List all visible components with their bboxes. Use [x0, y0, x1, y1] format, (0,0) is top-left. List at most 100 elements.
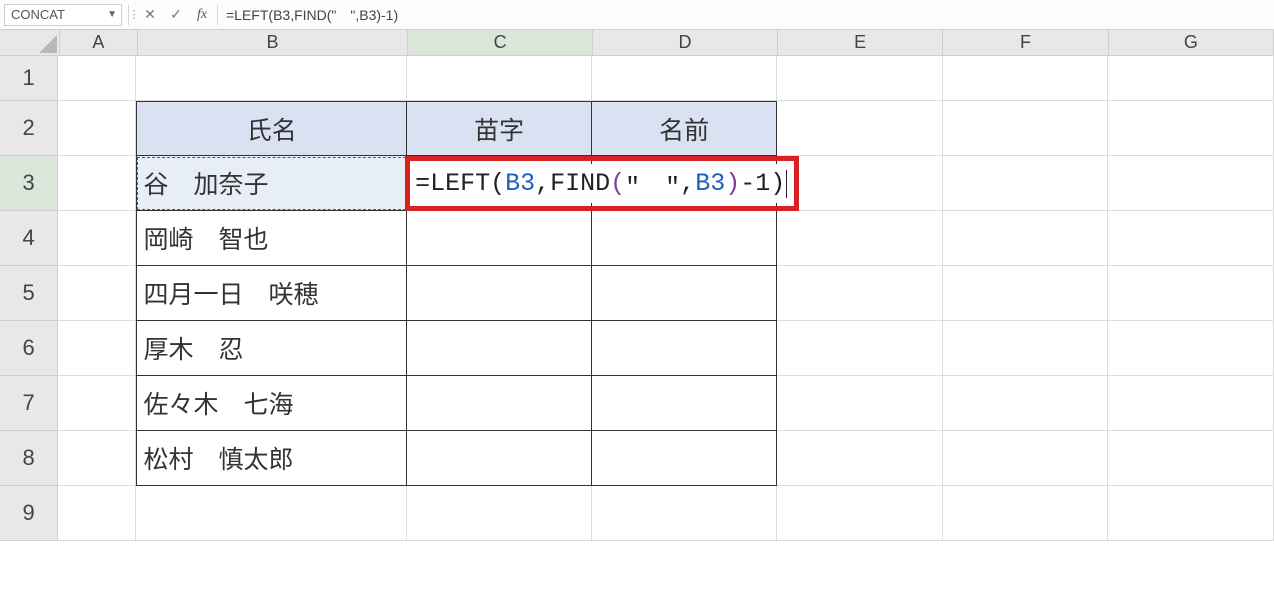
cell-B3[interactable]: 谷 加奈子 — [136, 156, 407, 211]
cell-F8[interactable] — [943, 431, 1109, 486]
formula-bar: CONCAT ▼ ⋮ ✕ ✓ fx — [0, 0, 1274, 30]
cell-E5[interactable] — [777, 266, 943, 321]
cell-E7[interactable] — [777, 376, 943, 431]
formula-token: ) — [770, 169, 785, 198]
cell-C4[interactable] — [407, 211, 592, 266]
cell-B8[interactable]: 松村 慎太郎 — [136, 431, 407, 486]
row-header-6[interactable]: 6 — [0, 321, 58, 376]
name-box[interactable]: CONCAT ▼ — [4, 4, 122, 26]
select-all-corner[interactable] — [0, 30, 60, 56]
cell-G3[interactable] — [1108, 156, 1274, 211]
formula-token: =LEFT — [415, 169, 490, 198]
check-icon: ✓ — [170, 6, 182, 23]
column-headers: A B C D E F G — [60, 30, 1274, 56]
cell-A2[interactable] — [58, 101, 136, 156]
cell-A9[interactable] — [58, 486, 136, 541]
cell-F4[interactable] — [943, 211, 1109, 266]
cell-E1[interactable] — [777, 56, 943, 101]
rows: 1 2 氏名 苗字 名前 3 谷 加奈子 — [0, 56, 1274, 541]
cell-B1[interactable] — [136, 56, 407, 101]
editing-formula-overlay[interactable]: =LEFT(B3,FIND(" ",B3)-1) — [411, 164, 791, 203]
enter-button[interactable]: ✓ — [163, 4, 189, 26]
row-header-3[interactable]: 3 — [0, 156, 58, 211]
cell-C2[interactable]: 苗字 — [407, 101, 592, 156]
cell-B2[interactable]: 氏名 — [136, 101, 407, 156]
col-header-D[interactable]: D — [593, 30, 778, 56]
cell-E2[interactable] — [777, 101, 943, 156]
cell-F2[interactable] — [943, 101, 1109, 156]
cell-C1[interactable] — [407, 56, 592, 101]
row-header-4[interactable]: 4 — [0, 211, 58, 266]
cell-D7[interactable] — [592, 376, 777, 431]
cell-E4[interactable] — [777, 211, 943, 266]
cell-F3[interactable] — [943, 156, 1109, 211]
row-5: 5 四月一日 咲穂 — [0, 266, 1274, 321]
col-header-B[interactable]: B — [138, 30, 408, 56]
cell-G1[interactable] — [1108, 56, 1274, 101]
cancel-button[interactable]: ✕ — [137, 4, 163, 26]
cell-D9[interactable] — [592, 486, 777, 541]
cell-F5[interactable] — [943, 266, 1109, 321]
cell-E8[interactable] — [777, 431, 943, 486]
cell-F1[interactable] — [943, 56, 1109, 101]
cell-G2[interactable] — [1108, 101, 1274, 156]
cell-A8[interactable] — [58, 431, 136, 486]
cell-C6[interactable] — [407, 321, 592, 376]
cell-F9[interactable] — [943, 486, 1109, 541]
cell-E3[interactable] — [777, 156, 943, 211]
row-header-7[interactable]: 7 — [0, 376, 58, 431]
cell-B7[interactable]: 佐々木 七海 — [136, 376, 407, 431]
row-header-2[interactable]: 2 — [0, 101, 58, 156]
cell-A3[interactable] — [58, 156, 136, 211]
col-header-C[interactable]: C — [408, 30, 593, 56]
cell-D4[interactable] — [592, 211, 777, 266]
row-header-8[interactable]: 8 — [0, 431, 58, 486]
cell-D8[interactable] — [592, 431, 777, 486]
cell-G9[interactable] — [1108, 486, 1274, 541]
cell-F6[interactable] — [943, 321, 1109, 376]
row-header-5[interactable]: 5 — [0, 266, 58, 321]
cell-G7[interactable] — [1108, 376, 1274, 431]
name-box-value: CONCAT — [11, 7, 65, 22]
cell-G6[interactable] — [1108, 321, 1274, 376]
cell-A4[interactable] — [58, 211, 136, 266]
cell-A7[interactable] — [58, 376, 136, 431]
cell-B9[interactable] — [136, 486, 407, 541]
cell-B4[interactable]: 岡崎 智也 — [136, 211, 407, 266]
col-header-A[interactable]: A — [60, 30, 138, 56]
col-header-E[interactable]: E — [778, 30, 943, 56]
cell-B5[interactable]: 四月一日 咲穂 — [136, 266, 407, 321]
cell-A1[interactable] — [58, 56, 136, 101]
cell-E9[interactable] — [777, 486, 943, 541]
insert-function-button[interactable]: fx — [189, 4, 215, 26]
cell-G5[interactable] — [1108, 266, 1274, 321]
cell-B6[interactable]: 厚木 忍 — [136, 321, 407, 376]
cell-value: 松村 慎太郎 — [143, 440, 293, 476]
cell-F7[interactable] — [943, 376, 1109, 431]
formula-token: -1 — [740, 169, 770, 198]
spreadsheet-grid[interactable]: A B C D E F G 1 2 氏名 苗字 名前 — [0, 30, 1274, 541]
cell-E6[interactable] — [777, 321, 943, 376]
cell-C9[interactable] — [407, 486, 592, 541]
cell-C5[interactable] — [407, 266, 592, 321]
cell-D1[interactable] — [592, 56, 777, 101]
row-9: 9 — [0, 486, 1274, 541]
cell-G8[interactable] — [1108, 431, 1274, 486]
cell-D5[interactable] — [592, 266, 777, 321]
cell-D6[interactable] — [592, 321, 777, 376]
cell-C7[interactable] — [407, 376, 592, 431]
cell-A6[interactable] — [58, 321, 136, 376]
row-7: 7 佐々木 七海 — [0, 376, 1274, 431]
row-header-9[interactable]: 9 — [0, 486, 58, 541]
row-6: 6 厚木 忍 — [0, 321, 1274, 376]
col-header-G[interactable]: G — [1109, 30, 1274, 56]
col-header-F[interactable]: F — [943, 30, 1108, 56]
cell-D2[interactable]: 名前 — [592, 101, 777, 156]
cell-C8[interactable] — [407, 431, 592, 486]
chevron-down-icon[interactable]: ▼ — [107, 9, 117, 20]
row-header-1[interactable]: 1 — [0, 56, 58, 101]
formula-token: " " — [625, 166, 680, 202]
cell-A5[interactable] — [58, 266, 136, 321]
cell-G4[interactable] — [1108, 211, 1274, 266]
formula-input[interactable] — [220, 4, 1274, 26]
